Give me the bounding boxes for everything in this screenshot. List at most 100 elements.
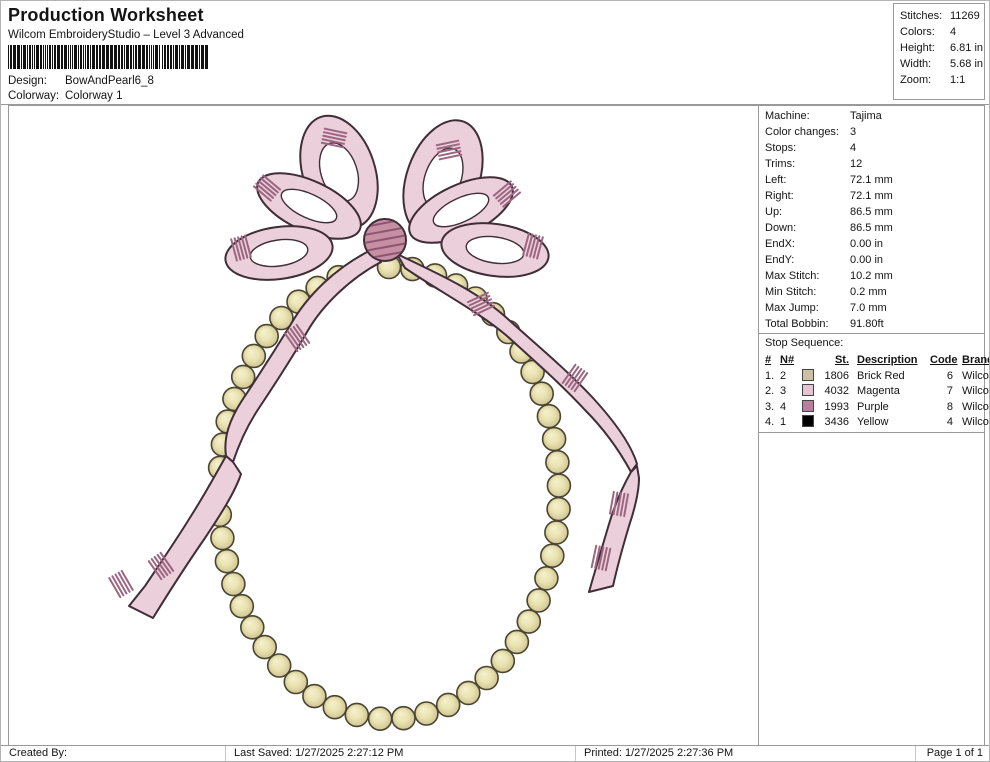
pearl	[541, 426, 567, 452]
stat-label: Zoom:	[900, 74, 932, 86]
pearl	[252, 634, 277, 660]
pearl	[344, 702, 370, 728]
info-label: Total Bobbin:	[765, 318, 829, 330]
info-value: 72.1 mm	[850, 190, 893, 202]
info-row: Max Stitch: 10.2 mm	[765, 268, 984, 284]
stitch-count: 3436	[824, 416, 849, 428]
colorway-value: Colorway 1	[65, 90, 123, 102]
pearl	[529, 381, 555, 407]
pearl	[539, 543, 565, 569]
info-value: 0.00 in	[850, 238, 884, 250]
stitch-count: 4032	[824, 385, 849, 397]
stat-label: Colors:	[900, 26, 935, 38]
stat-value: 4	[950, 26, 957, 38]
swatch-cell	[802, 384, 819, 400]
barcode	[8, 45, 210, 69]
stop-number: 1.	[765, 369, 775, 382]
design-preview	[108, 114, 640, 732]
stat-value: 1:1	[950, 74, 966, 86]
footer-last-saved: Last Saved: 1/27/2025 2:27:12 PM	[226, 746, 576, 761]
pearl	[455, 680, 481, 706]
info-label: Left:	[765, 174, 787, 186]
table-row: 3. 4 1993 Purple 8 Wilcom	[765, 399, 989, 416]
thread-color-swatch	[802, 384, 814, 397]
pearl	[536, 403, 562, 429]
stat-label: Width:	[900, 58, 932, 70]
info-value: 4	[850, 142, 857, 154]
info-label: Machine:	[765, 110, 810, 122]
pearl	[435, 692, 461, 718]
needle-number: 2	[780, 369, 787, 382]
stat-row: Width: 5.68 in	[900, 56, 984, 72]
thread-brand: Wilcom	[962, 400, 989, 413]
stat-row: Stitches: 11269	[900, 8, 984, 24]
header: Production Worksheet Wilcom EmbroiderySt…	[1, 1, 989, 105]
info-label: EndY:	[765, 254, 795, 266]
stop-sequence-section: Stop Sequence: # N# St. Description Code Bran…	[759, 333, 989, 433]
stitch-count: 1806	[824, 369, 849, 382]
info-label: Right:	[765, 190, 794, 202]
thread-color-swatch	[802, 399, 814, 412]
pearl	[516, 609, 542, 634]
footer-created-by: Created By:	[1, 746, 226, 761]
info-row: Up: 86.5 mm	[765, 204, 984, 220]
pearl	[545, 449, 570, 475]
footer: Created By: Last Saved: 1/27/2025 2:27:1…	[1, 745, 989, 761]
table-row: 1. 2 1806 Brick Red 6 Wilcom	[765, 368, 989, 385]
info-value: 86.5 mm	[850, 206, 893, 218]
info-row: Total Bobbin: 91.80ft	[765, 316, 984, 332]
thread-color-swatch	[802, 368, 814, 381]
thread-brand: Wilcom	[962, 385, 989, 397]
thread-brand: Wilcom	[962, 369, 989, 382]
pearl	[240, 614, 265, 640]
stitch-hatch-patch	[108, 569, 134, 599]
stop-sequence-title: Stop Sequence:	[765, 337, 844, 349]
info-label: Down:	[765, 222, 797, 234]
info-panel: Machine: Tajima Color changes: 3 Stops: 4 Trim…	[758, 106, 989, 745]
production-worksheet-page: Production Worksheet Wilcom EmbroiderySt…	[0, 0, 990, 762]
swatch-cell	[802, 399, 819, 416]
pearl	[414, 701, 439, 726]
column-header: St.	[834, 354, 849, 366]
stat-value: 6.81 in	[950, 42, 984, 54]
thread-description: Purple	[857, 400, 889, 413]
thread-description: Yellow	[857, 416, 889, 428]
needle-number: 4	[780, 400, 787, 413]
info-value: 72.1 mm	[850, 174, 893, 186]
info-value: 3	[850, 126, 857, 138]
info-value: 91.80ft	[850, 318, 884, 330]
stat-value: 11269	[950, 10, 980, 22]
stop-sequence-table: # N# St. Description Code Brand 1. 2 1806 Brick R…	[759, 353, 989, 431]
footer-page-number: Page 1 of 1	[926, 747, 983, 759]
thread-brand: Wilcom	[962, 416, 989, 428]
pearl	[322, 694, 348, 720]
stitch-count: 1993	[824, 400, 849, 413]
app-subtitle: Wilcom EmbroideryStudio – Level 3 Advanc…	[8, 29, 244, 41]
pearl	[391, 705, 416, 731]
column-header: Code	[930, 354, 958, 366]
thread-description: Magenta	[857, 385, 900, 397]
thread-code: 7	[946, 385, 953, 397]
pearl	[367, 706, 393, 732]
info-label: Min Stitch:	[765, 286, 817, 298]
needle-number: 3	[780, 385, 787, 397]
pearl	[534, 565, 559, 591]
pearl	[210, 525, 235, 551]
header-left: Production Worksheet Wilcom EmbroiderySt…	[8, 3, 244, 104]
pearl	[221, 571, 246, 597]
pearl	[504, 629, 530, 655]
info-row: Color changes: 3	[765, 124, 984, 140]
thread-code: 4	[946, 416, 953, 428]
needle-number: 1	[780, 416, 787, 428]
design-row: Design: BowAndPearl6_8	[8, 74, 244, 89]
column-header: Description	[857, 354, 918, 366]
info-row: Down: 86.5 mm	[765, 220, 984, 236]
table-row: 4. 1 3436 Yellow 4 Wilcom	[765, 415, 989, 431]
main-area: Machine: Tajima Color changes: 3 Stops: 4 Trim…	[8, 105, 989, 746]
info-row: Max Jump: 7.0 mm	[765, 300, 984, 316]
thread-code: 8	[946, 400, 953, 413]
info-row: EndX: 0.00 in	[765, 236, 984, 252]
info-label: Max Stitch:	[765, 270, 820, 282]
column-header: #	[765, 354, 772, 366]
design-value: BowAndPearl6_8	[65, 75, 154, 87]
